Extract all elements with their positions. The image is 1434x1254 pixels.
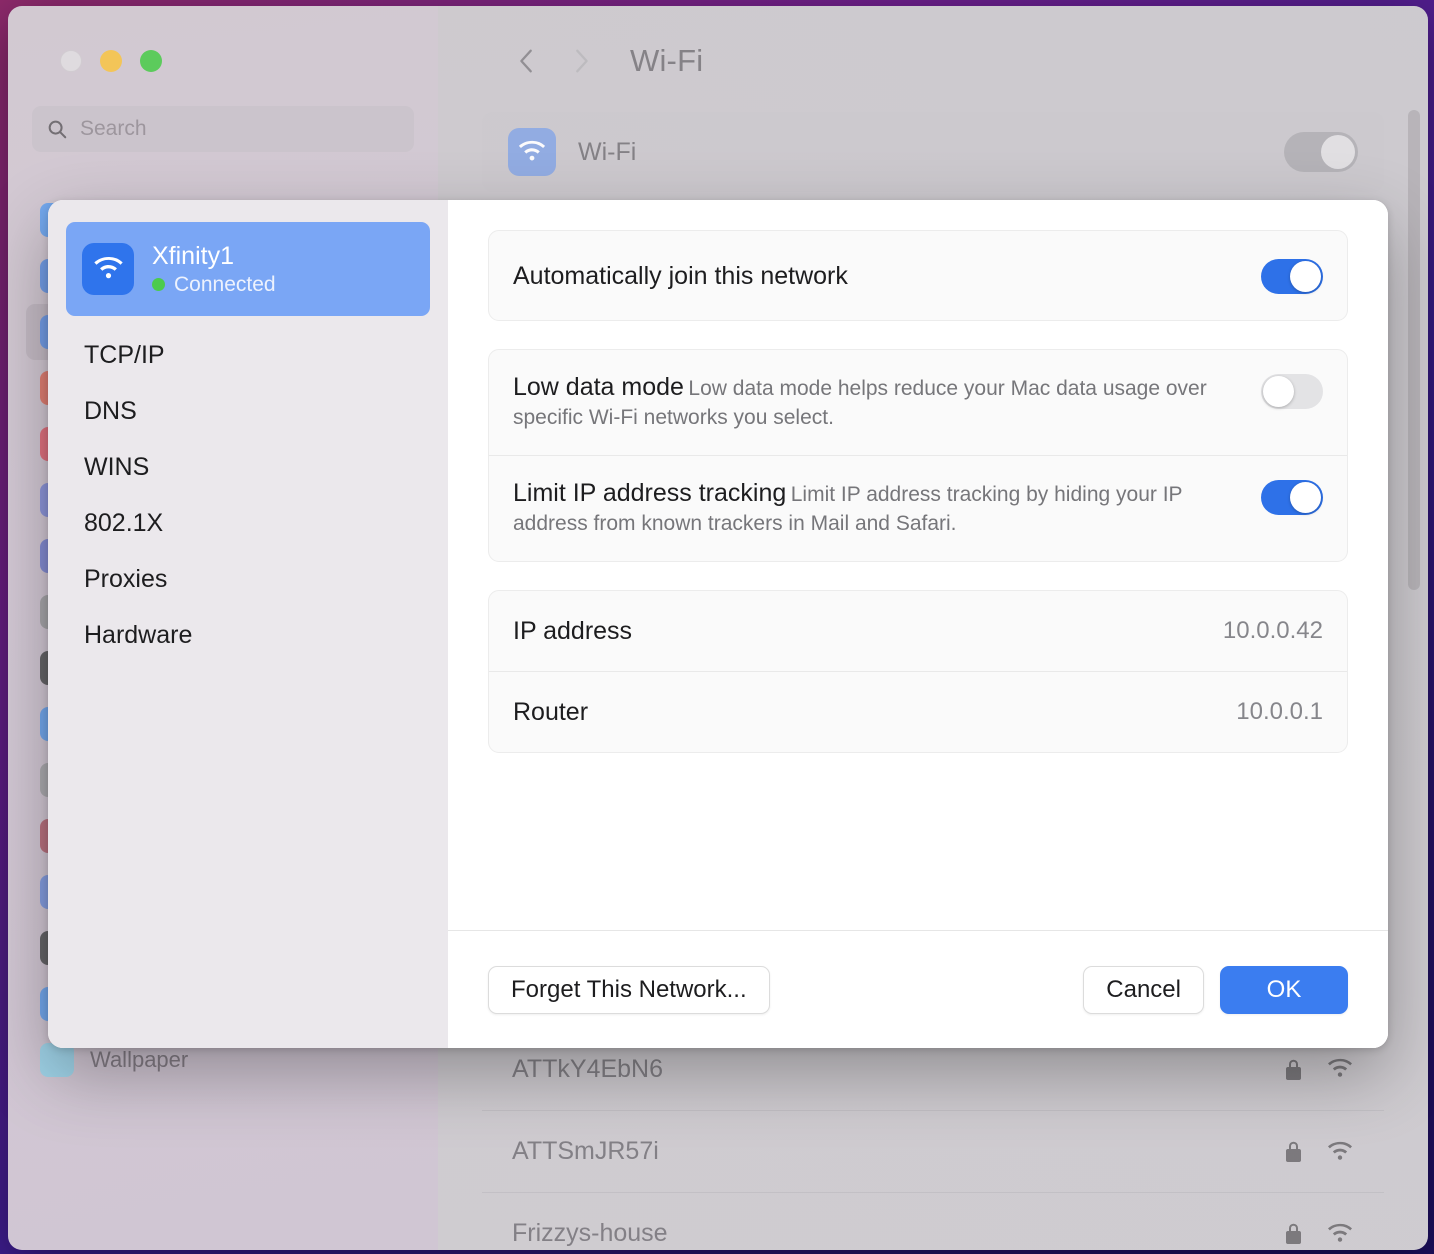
wifi-master-label: Wi-Fi — [578, 137, 637, 166]
ip-address-row: IP address 10.0.0.42 — [489, 591, 1347, 671]
minimize-button[interactable] — [100, 50, 122, 72]
sidebar-item-tcp-ip[interactable]: TCP/IP — [66, 330, 430, 380]
ip-address-value: 10.0.0.42 — [1222, 616, 1323, 644]
network-row-icons — [1285, 1058, 1354, 1081]
sidebar-item-wins[interactable]: WINS — [66, 442, 430, 492]
router-row: Router 10.0.0.1 — [489, 670, 1347, 752]
dialog-footer: Forget This Network... Cancel OK — [448, 930, 1388, 1048]
cancel-button[interactable]: Cancel — [1083, 965, 1204, 1014]
limit-ip-tracking-row: Limit IP address tracking Limit IP addre… — [489, 454, 1347, 561]
content-scrollbar[interactable] — [1408, 110, 1420, 590]
auto-join-card: Automatically join this network — [488, 230, 1348, 321]
network-details-dialog: Xfinity1 Connected TCP/IP DNS WINS 802.1X Pr… — [48, 200, 1388, 1048]
network-name: Xfinity1 — [152, 241, 234, 270]
dialog-sidebar-items: TCP/IP DNS WINS 802.1X Proxies Hardware — [66, 330, 430, 660]
addresses-card: IP address 10.0.0.42 Router 10.0.0.1 — [488, 589, 1348, 753]
available-networks-list: ATTkY4EbN6 ATTSmJR57i Frizzys-house — [482, 1028, 1384, 1250]
sidebar-item-hardware[interactable]: Hardware — [66, 610, 430, 660]
sidebar-item-network[interactable]: Xfinity1 Connected — [66, 222, 430, 316]
wifi-icon — [82, 243, 134, 295]
network-row-icons — [1285, 1140, 1354, 1163]
low-data-mode-label: Low data mode — [513, 373, 684, 401]
wifi-signal-icon — [1327, 1058, 1353, 1077]
close-button[interactable] — [60, 50, 82, 72]
sidebar-item-dns[interactable]: DNS — [66, 386, 430, 436]
dialog-main-pane: Automatically join this network Low data… — [448, 200, 1388, 1048]
forward-chevron-icon[interactable] — [554, 34, 608, 88]
low-data-mode-toggle[interactable] — [1261, 374, 1323, 409]
window-controls — [26, 6, 420, 72]
limit-ip-tracking-label: Limit IP address tracking — [513, 478, 787, 507]
status-dot-icon — [152, 278, 165, 291]
privacy-card: Low data mode Low data mode helps reduce… — [488, 349, 1348, 562]
forget-network-button[interactable]: Forget This Network... — [488, 965, 770, 1014]
wifi-signal-icon — [1327, 1223, 1353, 1242]
dialog-sidebar: Xfinity1 Connected TCP/IP DNS WINS 802.1X Pr… — [48, 200, 448, 1048]
navigation-bar: Wi-Fi — [472, 6, 1394, 88]
auto-join-toggle[interactable] — [1261, 259, 1323, 294]
search-field[interactable]: Search — [32, 106, 414, 152]
ip-address-label: IP address — [513, 616, 633, 645]
lock-icon — [1286, 1223, 1301, 1244]
network-list-item[interactable]: Frizzys-house — [482, 1192, 1384, 1250]
page-title: Wi-Fi — [630, 43, 704, 78]
network-name: ATTSmJR57i — [512, 1137, 659, 1165]
router-label: Router — [513, 697, 589, 726]
limit-ip-tracking-toggle[interactable] — [1261, 479, 1323, 515]
sidebar-item-802-1x[interactable]: 802.1X — [66, 498, 430, 548]
lock-icon — [1286, 1141, 1301, 1162]
auto-join-label: Automatically join this network — [513, 261, 848, 290]
low-data-mode-row: Low data mode Low data mode helps reduce… — [489, 350, 1347, 455]
back-chevron-icon[interactable] — [500, 34, 554, 88]
sidebar-item-proxies[interactable]: Proxies — [66, 554, 430, 604]
sidebar-item-label: Wallpaper — [90, 1047, 189, 1072]
lock-icon — [1286, 1059, 1301, 1080]
wifi-icon — [508, 128, 556, 176]
network-name: ATTkY4EbN6 — [512, 1054, 663, 1083]
wifi-master-toggle[interactable] — [1284, 132, 1358, 172]
search-icon — [48, 120, 67, 139]
router-value: 10.0.0.1 — [1236, 697, 1323, 725]
wifi-signal-icon — [1327, 1141, 1353, 1160]
network-name: Frizzys-house — [512, 1219, 668, 1247]
network-row-icons — [1285, 1222, 1354, 1245]
dialog-body: Automatically join this network Low data… — [448, 200, 1388, 930]
sidebar-item-icon — [40, 1043, 74, 1077]
connection-status: Connected — [174, 272, 276, 296]
wifi-master-row: Wi-Fi — [482, 112, 1384, 192]
auto-join-row: Automatically join this network — [489, 231, 1347, 320]
zoom-button[interactable] — [140, 50, 162, 72]
ok-button[interactable]: OK — [1220, 965, 1348, 1014]
search-placeholder: Search — [80, 117, 147, 140]
network-list-item[interactable]: ATTSmJR57i — [482, 1110, 1384, 1192]
